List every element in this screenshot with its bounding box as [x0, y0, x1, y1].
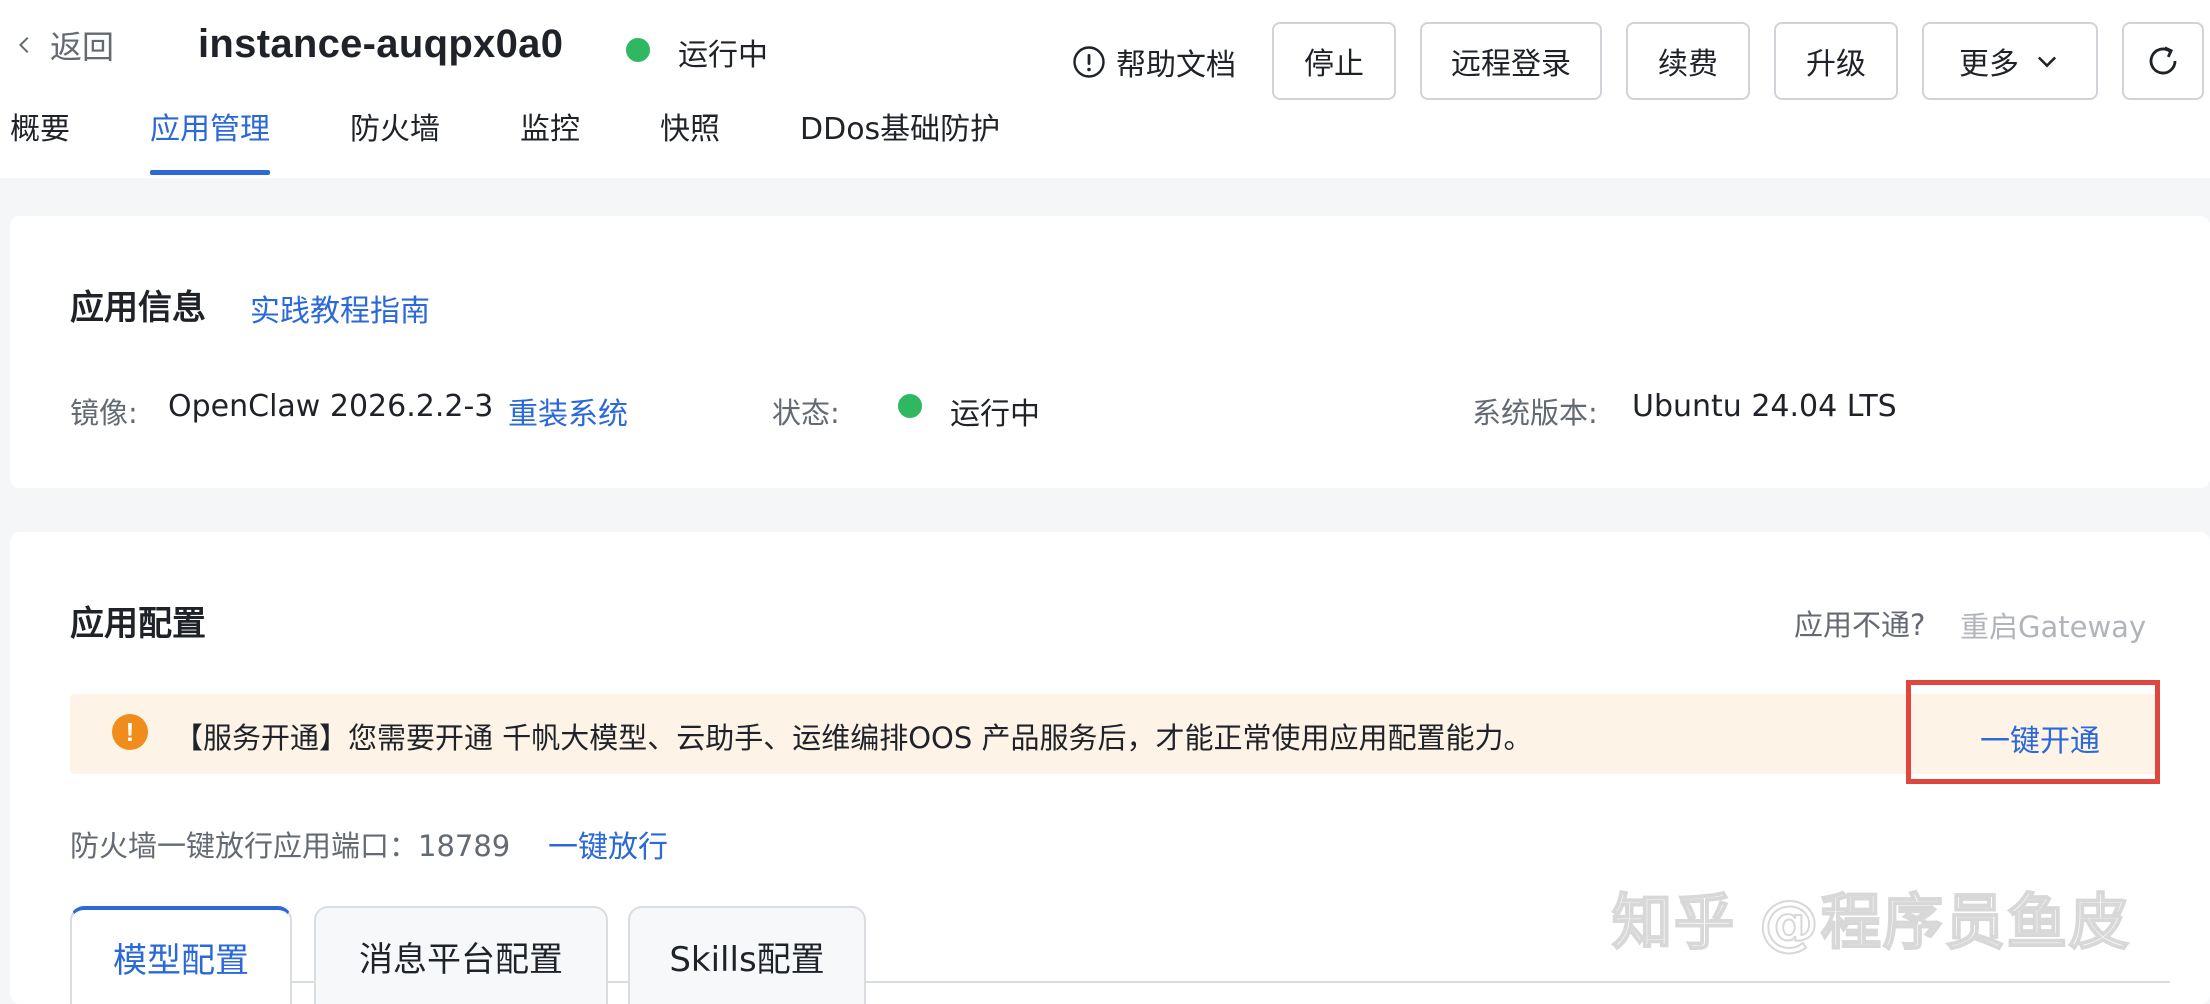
tab-overview[interactable]: 概要: [10, 104, 70, 148]
status-dot-icon: [626, 38, 650, 62]
status-label: 状态:: [772, 396, 840, 430]
active-tab-indicator: [150, 170, 270, 175]
warning-icon: !: [112, 714, 148, 750]
highlight-annotation: [1906, 680, 2160, 784]
help-docs-link[interactable]: 帮助文档: [1072, 40, 1236, 84]
restart-gateway-button[interactable]: 重启Gateway: [1960, 604, 2146, 646]
os-version-label: 系统版本:: [1472, 396, 1598, 430]
status-dot-icon: [898, 394, 922, 418]
alert-message: 【服务开通】您需要开通 千帆大模型、云助手、运维编排OOS 产品服务后，才能正常…: [174, 721, 1533, 755]
tab-ddos-protection[interactable]: DDos基础防护: [800, 104, 1000, 148]
app-trouble-label: 应用不通?: [1794, 608, 1926, 642]
instance-status: 运行中: [678, 38, 768, 73]
refresh-button[interactable]: [2122, 22, 2204, 100]
tab-monitoring[interactable]: 监控: [520, 104, 580, 148]
more-dropdown[interactable]: 更多: [1922, 22, 2098, 100]
stop-button[interactable]: 停止: [1272, 22, 1396, 100]
app-info-title: 应用信息: [70, 288, 206, 328]
app-info-card: [10, 216, 2210, 488]
instance-name: instance-auqpx0a0: [198, 22, 564, 66]
tab-snapshot[interactable]: 快照: [660, 104, 720, 148]
chevron-left-icon: [18, 36, 29, 54]
service-activation-alert: ! 【服务开通】您需要开通 千帆大模型、云助手、运维编排OOS 产品服务后，才能…: [70, 694, 2160, 774]
top-bar: 返回 instance-auqpx0a0 运行中 帮助文档 停止 远程登录 续费…: [0, 0, 2210, 178]
back-label: 返回: [50, 28, 115, 66]
renew-button[interactable]: 续费: [1626, 22, 1750, 100]
tab-skills-config[interactable]: Skills配置: [628, 906, 866, 1004]
info-circle-icon: [1073, 46, 1105, 78]
status-value: 运行中: [950, 397, 1040, 432]
tab-firewall[interactable]: 防火墙: [350, 104, 440, 148]
image-label: 镜像:: [70, 396, 138, 430]
image-value: OpenClaw 2026.2.2-3: [168, 389, 494, 424]
os-version-value: Ubuntu 24.04 LTS: [1632, 389, 1897, 424]
help-docs-label: 帮助文档: [1116, 48, 1236, 83]
upgrade-button[interactable]: 升级: [1774, 22, 1898, 100]
tab-model-config[interactable]: 模型配置: [70, 906, 292, 1004]
watermark: 知乎 @程序员鱼皮: [1611, 887, 2131, 959]
tab-app-management[interactable]: 应用管理: [150, 104, 270, 148]
one-click-allow-link[interactable]: 一键放行: [548, 822, 668, 866]
app-config-title: 应用配置: [70, 604, 206, 644]
tab-message-platform-config[interactable]: 消息平台配置: [314, 906, 608, 1004]
back-button[interactable]: 返回: [14, 22, 114, 68]
more-label: 更多: [1959, 47, 2019, 82]
chevron-down-icon: [2037, 56, 2057, 68]
refresh-icon: [2149, 46, 2177, 75]
tutorial-guide-link[interactable]: 实践教程指南: [250, 286, 430, 330]
firewall-port-label: 防火墙一键放行应用端口：18789: [70, 829, 511, 863]
reinstall-system-link[interactable]: 重装系统: [508, 389, 628, 433]
remote-login-button[interactable]: 远程登录: [1420, 22, 1602, 100]
